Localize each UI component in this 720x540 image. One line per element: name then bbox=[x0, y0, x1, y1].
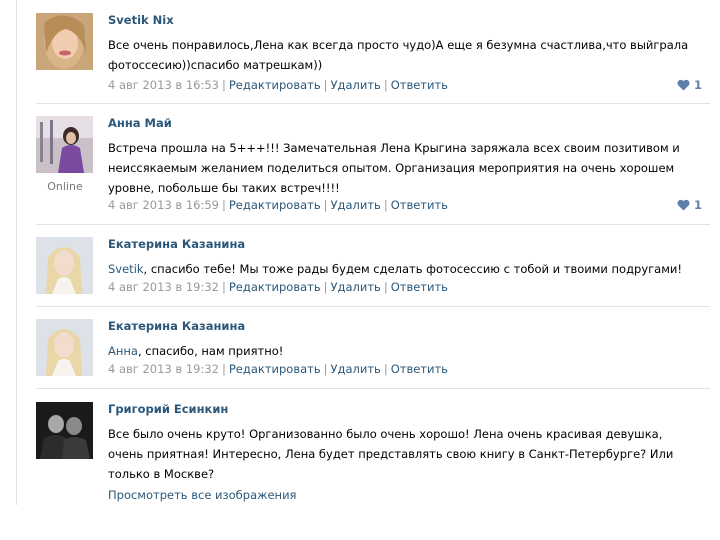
comment-item: Екатерина Казанина Анна, спасибо, нам пр… bbox=[36, 319, 710, 384]
avatar[interactable] bbox=[36, 402, 93, 459]
edit-link[interactable]: Редактировать bbox=[229, 280, 321, 294]
comment-meta: 4 авг 2013 в 19:32 | Редактировать | Удалить… bbox=[108, 362, 448, 376]
comment-text: Все было очень круто! Организованно было… bbox=[108, 427, 674, 481]
delete-link[interactable]: Удалить bbox=[331, 78, 381, 92]
left-frame-line bbox=[16, 0, 17, 505]
heart-icon bbox=[677, 199, 690, 211]
comment-text: Встреча прошла на 5+++!!! Замечательная … bbox=[108, 141, 680, 195]
author-name[interactable]: Анна Май bbox=[108, 116, 172, 130]
comment-date[interactable]: 4 авг 2013 в 16:59 bbox=[108, 198, 219, 212]
comment-text: Анна, спасибо, нам приятно! bbox=[108, 341, 698, 361]
comment-divider bbox=[36, 224, 710, 225]
like-count: 1 bbox=[693, 78, 702, 92]
like-button[interactable]: 1 bbox=[677, 78, 702, 92]
like-button[interactable]: 1 bbox=[677, 198, 702, 212]
view-all-images-link[interactable]: Просмотреть все изображения bbox=[108, 488, 296, 502]
author-name[interactable]: Svetik Nix bbox=[108, 13, 174, 27]
comment-item: Online Анна Май Встреча прошла на 5+++!!… bbox=[36, 116, 710, 221]
comment-divider bbox=[36, 306, 710, 307]
comment-divider bbox=[36, 388, 710, 389]
like-count: 1 bbox=[693, 198, 702, 212]
comment-date[interactable]: 4 авг 2013 в 16:53 bbox=[108, 78, 219, 92]
heart-icon bbox=[677, 79, 690, 91]
comment-meta: 4 авг 2013 в 19:32 | Редактировать | Удалить… bbox=[108, 280, 448, 294]
delete-link[interactable]: Удалить bbox=[331, 362, 381, 376]
edit-link[interactable]: Редактировать bbox=[229, 362, 321, 376]
edit-link[interactable]: Редактировать bbox=[229, 78, 321, 92]
delete-link[interactable]: Удалить bbox=[331, 198, 381, 212]
comment-item: Svetik Nix Все очень понравилось,Лена ка… bbox=[36, 13, 710, 103]
mention-link[interactable]: Анна bbox=[108, 344, 138, 358]
comment-divider bbox=[36, 103, 710, 104]
avatar[interactable] bbox=[36, 13, 93, 70]
comment-item: Екатерина Казанина Svetik, спасибо тебе!… bbox=[36, 237, 710, 302]
avatar[interactable] bbox=[36, 319, 93, 376]
avatar[interactable] bbox=[36, 116, 93, 173]
author-name[interactable]: Григорий Есинкин bbox=[108, 402, 228, 416]
comment-text: Svetik, спасибо тебе! Мы тоже рады будем… bbox=[108, 259, 698, 279]
edit-link[interactable]: Редактировать bbox=[229, 198, 321, 212]
delete-link[interactable]: Удалить bbox=[331, 280, 381, 294]
comment-date[interactable]: 4 авг 2013 в 19:32 bbox=[108, 362, 219, 376]
online-status: Online bbox=[47, 180, 83, 193]
avatar[interactable] bbox=[36, 237, 93, 294]
comment-text-body: , спасибо тебе! Мы тоже рады будем сдела… bbox=[143, 262, 682, 276]
comment-meta: 4 авг 2013 в 16:53 | Редактировать | Удалить… bbox=[108, 78, 448, 92]
reply-link[interactable]: Ответить bbox=[391, 362, 448, 376]
author-name[interactable]: Екатерина Казанина bbox=[108, 237, 245, 251]
comment-date[interactable]: 4 авг 2013 в 19:32 bbox=[108, 280, 219, 294]
reply-link[interactable]: Ответить bbox=[391, 78, 448, 92]
comment-text: Все очень понравилось,Лена как всегда пр… bbox=[108, 38, 689, 72]
comment-meta: 4 авг 2013 в 16:59 | Редактировать | Удалить… bbox=[108, 198, 448, 212]
comment-text-body: , спасибо, нам приятно! bbox=[137, 344, 284, 358]
author-name[interactable]: Екатерина Казанина bbox=[108, 319, 245, 333]
mention-link[interactable]: Svetik bbox=[108, 262, 144, 276]
comment-item: Григорий Есинкин Все было очень круто! О… bbox=[36, 402, 710, 484]
reply-link[interactable]: Ответить bbox=[391, 198, 448, 212]
reply-link[interactable]: Ответить bbox=[391, 280, 448, 294]
